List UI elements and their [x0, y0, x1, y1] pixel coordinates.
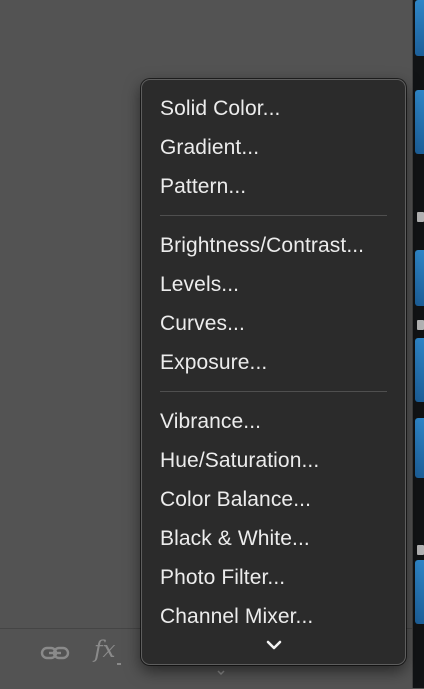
menu-item-pattern[interactable]: Pattern... [142, 167, 405, 206]
link-icon[interactable] [40, 641, 70, 665]
menu-item-channel-mixer[interactable]: Channel Mixer... [142, 597, 405, 636]
thumbnail-edge[interactable] [415, 90, 424, 154]
chevron-down-icon[interactable] [263, 638, 285, 654]
right-panel-strip [413, 0, 424, 688]
menu-item-brightness-contrast[interactable]: Brightness/Contrast... [142, 226, 405, 265]
thumbnail-edge[interactable] [415, 338, 424, 402]
menu-item-levels[interactable]: Levels... [142, 265, 405, 304]
strip-marker [417, 545, 424, 555]
menu-list: Solid Color... Gradient... Pattern... Br… [142, 89, 405, 636]
thumbnail-edge[interactable] [415, 418, 424, 478]
menu-item-curves[interactable]: Curves... [142, 304, 405, 343]
menu-separator [160, 391, 387, 392]
strip-marker [417, 212, 424, 222]
thumbnail-edge[interactable] [415, 560, 424, 624]
menu-item-photo-filter[interactable]: Photo Filter... [142, 558, 405, 597]
menu-item-exposure[interactable]: Exposure... [142, 343, 405, 382]
dropdown-arrow-icon [215, 664, 227, 676]
menu-item-hue-saturation[interactable]: Hue/Saturation... [142, 441, 405, 480]
menu-item-color-balance[interactable]: Color Balance... [142, 480, 405, 519]
menu-item-solid-color[interactable]: Solid Color... [142, 89, 405, 128]
menu-item-gradient[interactable]: Gradient... [142, 128, 405, 167]
thumbnail-edge[interactable] [415, 0, 424, 56]
menu-item-vibrance[interactable]: Vibrance... [142, 402, 405, 441]
thumbnail-edge[interactable] [415, 250, 424, 306]
strip-marker [417, 320, 424, 330]
fx-icon[interactable]: fx [94, 637, 115, 663]
menu-item-black-white[interactable]: Black & White... [142, 519, 405, 558]
fx-menu-indicator [117, 663, 121, 665]
adjustment-layer-menu: Solid Color... Gradient... Pattern... Br… [141, 79, 406, 665]
menu-separator [160, 215, 387, 216]
